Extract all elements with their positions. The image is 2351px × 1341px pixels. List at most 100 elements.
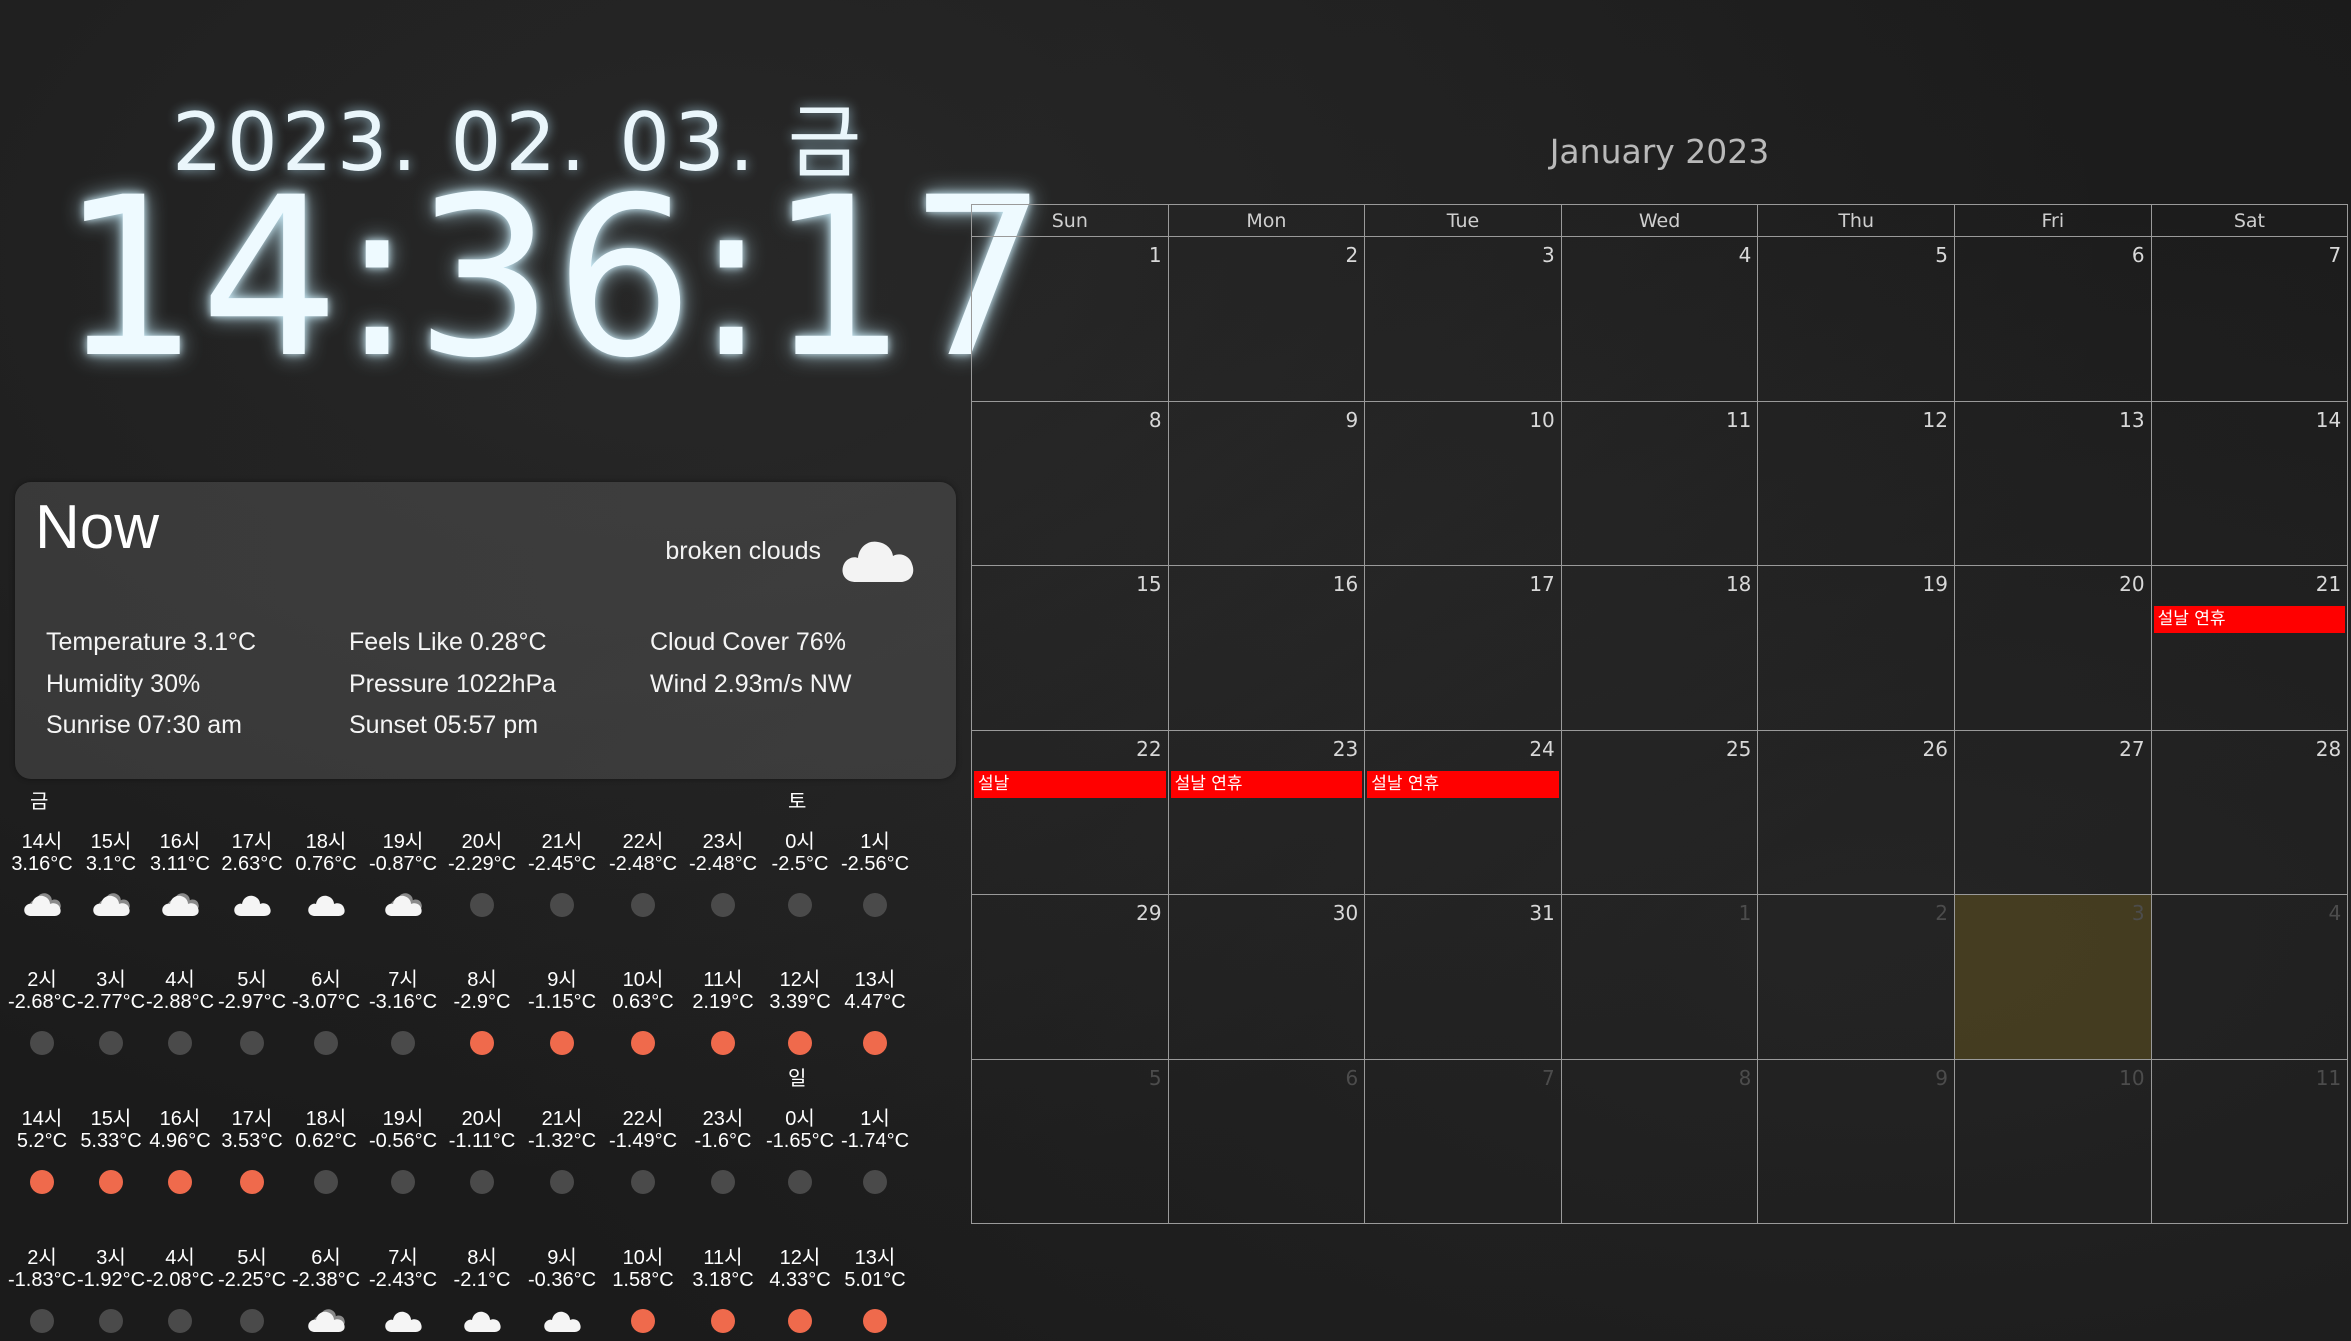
hourly-forecast: 금 토 14시 3.16°C 15시 3.1°C 16시 3.11°C 17시 2.63°C 18시… — [0, 785, 960, 1341]
weekday-header: Wed — [1561, 205, 1759, 237]
hour-temperature: -2.77°C — [76, 991, 146, 1013]
gray-dot — [314, 1170, 338, 1194]
hour-label: 4시 — [165, 1247, 195, 1269]
day-number: 15 — [1136, 572, 1162, 596]
calendar-day[interactable]: 4 — [1561, 237, 1759, 402]
calendar-event[interactable]: 설날 — [974, 770, 1166, 798]
hour-label: 13시 — [854, 969, 896, 991]
calendar-day[interactable]: 28 — [2151, 730, 2349, 895]
hour-temperature: -2.1°C — [453, 1269, 511, 1291]
calendar-day[interactable]: 24 설날 연휴 — [1365, 730, 1562, 895]
hour-label: 10시 — [622, 1247, 664, 1269]
calendar-day[interactable]: 2 — [1758, 895, 1955, 1060]
hour-temperature: 3.1°C — [85, 853, 137, 875]
calendar-day[interactable]: 17 — [1365, 566, 1562, 731]
day-number: 7 — [2328, 243, 2342, 267]
hour-label: 4시 — [165, 969, 195, 991]
calendar-day[interactable]: 10 — [1955, 1059, 2152, 1224]
calendar-day[interactable]: 6 — [1955, 237, 2152, 402]
calendar-day[interactable]: 11 — [1561, 401, 1759, 566]
calendar-day[interactable]: 20 — [1955, 566, 2152, 731]
calendar-day[interactable]: 2 — [1168, 237, 1366, 402]
calendar-day[interactable]: 9 — [1168, 401, 1366, 566]
calendar-day[interactable]: 12 — [1758, 401, 1955, 566]
calendar-day[interactable]: 18 — [1561, 566, 1759, 731]
calendar-day[interactable]: 4 — [2151, 895, 2349, 1060]
hour-label: 16시 — [159, 831, 201, 853]
orange-dot — [168, 1170, 192, 1194]
calendar-day[interactable]: 22 설날 — [972, 730, 1169, 895]
calendar-day[interactable]: 29 — [972, 895, 1169, 1060]
cloud-white-icon — [385, 1311, 422, 1332]
calendar-day[interactable]: 11 — [2151, 1059, 2349, 1224]
hour-temperature: -1.92°C — [76, 1269, 146, 1291]
calendar-event[interactable]: 설날 연휴 — [1367, 770, 1559, 798]
gray-dot — [391, 1031, 415, 1055]
hour-temperature: 2.19°C — [692, 991, 754, 1013]
calendar-day[interactable]: 30 — [1168, 895, 1366, 1060]
hour-temperature: 3.18°C — [692, 1269, 754, 1291]
calendar-day[interactable]: 7 — [2151, 237, 2349, 402]
calendar-day[interactable]: 31 — [1365, 895, 1562, 1060]
feels-like-text: Feels Like 0.28°C — [349, 628, 547, 656]
hour-temperature: -3.07°C — [291, 991, 361, 1013]
gray-dot — [30, 1309, 54, 1333]
calendar-day[interactable]: 25 — [1561, 730, 1759, 895]
calendar-day[interactable]: 8 — [1561, 1059, 1759, 1224]
calendar-day[interactable]: 9 — [1758, 1059, 1955, 1224]
calendar-day[interactable]: 16 — [1168, 566, 1366, 731]
calendar-day[interactable]: 13 — [1955, 401, 2152, 566]
hour-temperature: -2.97°C — [217, 991, 287, 1013]
calendar-day[interactable]: 3 — [1365, 237, 1562, 402]
hour-label: 21시 — [541, 831, 583, 853]
calendar: January 2023 Sun Mon Tue Wed Thu Fri Sat 1 2 3 4 5 6… — [971, 130, 2349, 1224]
day-number: 11 — [1725, 407, 1752, 432]
day-number: 21 — [2315, 572, 2342, 596]
temperature-text: Temperature 3.1°C — [46, 628, 257, 656]
day-number: 6 — [2131, 243, 2145, 267]
calendar-day[interactable]: 19 — [1758, 566, 1955, 731]
calendar-day[interactable]: 5 — [1758, 237, 1955, 402]
gray-dot — [470, 1170, 494, 1194]
weekday-header: Mon — [1168, 205, 1366, 237]
calendar-day[interactable]: 5 — [972, 1059, 1169, 1224]
calendar-day[interactable]: 10 — [1365, 401, 1562, 566]
hour-label: 2시 — [27, 969, 57, 991]
hour-label: 11시 — [703, 969, 743, 991]
weekday-header: Sun — [972, 205, 1169, 237]
hour-temperature: 3.39°C — [769, 991, 831, 1013]
calendar-day[interactable]: 27 — [1955, 730, 2152, 895]
calendar-day[interactable]: 15 — [972, 566, 1169, 731]
sunset-text: Sunset 05:57 pm — [349, 711, 539, 739]
hour-temperature: -2.9°C — [453, 991, 511, 1013]
calendar-day[interactable]: 1 — [1561, 895, 1759, 1060]
gray-dot — [240, 1309, 264, 1333]
calendar-day[interactable]: 6 — [1168, 1059, 1366, 1224]
cloud-white-icon — [234, 895, 271, 916]
calendar-day[interactable]: 1 — [972, 237, 1169, 402]
calendar-title: January 2023 — [1549, 132, 1770, 171]
cloud-icon — [842, 541, 914, 582]
hour-label: 8시 — [467, 969, 497, 991]
calendar-day-today[interactable]: 3 — [1955, 895, 2152, 1060]
calendar-event[interactable]: 설날 연휴 — [2153, 606, 2346, 633]
hour-label: 12시 — [779, 969, 821, 991]
calendar-day[interactable]: 21 설날 연휴 — [2151, 566, 2349, 731]
cloud-small-icon — [162, 893, 199, 916]
day-number: 2 — [1935, 901, 1948, 925]
hour-temperature: -1.49°C — [608, 1130, 678, 1152]
calendar-day[interactable]: 26 — [1758, 730, 1955, 895]
calendar-day[interactable]: 14 — [2151, 401, 2349, 566]
calendar-day[interactable]: 23 설날 연휴 — [1168, 730, 1366, 895]
pressure-text: Pressure 1022hPa — [349, 670, 557, 698]
day-number: 22 — [1136, 736, 1162, 761]
hour-label: 9시 — [547, 1247, 577, 1269]
day-number: 24 — [1529, 736, 1555, 761]
calendar-event[interactable]: 설날 연휴 — [1170, 770, 1363, 798]
day-label: 일 — [788, 1068, 807, 1090]
calendar-day[interactable]: 7 — [1365, 1059, 1562, 1224]
orange-dot — [711, 1031, 735, 1055]
calendar-day[interactable]: 8 — [972, 401, 1169, 566]
day-number: 25 — [1725, 736, 1752, 761]
hour-label: 23시 — [702, 1108, 744, 1130]
